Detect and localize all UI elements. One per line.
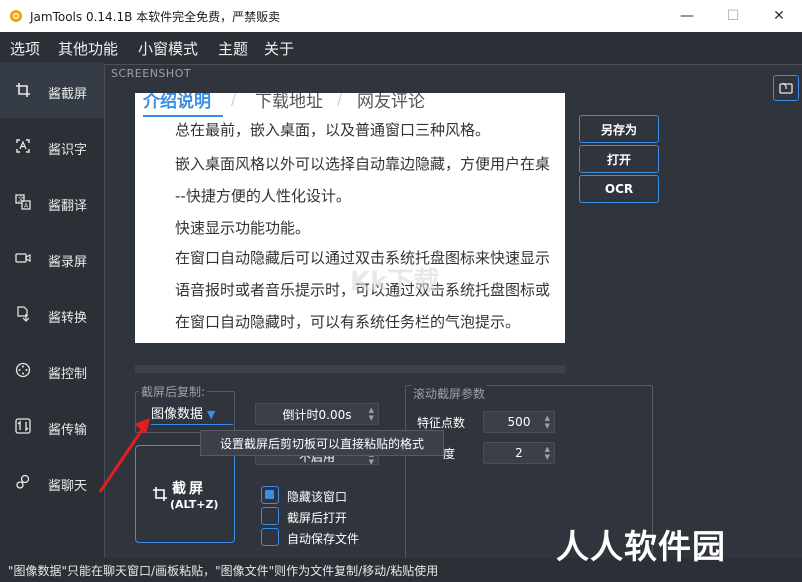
status-text: "图像数据"只能在聊天窗口/画板粘贴，"图像文件"则作为文件复制/移动/粘贴使用 [8,564,439,578]
site-watermark: 人人软件园 [556,527,726,566]
annotation-arrow-icon [98,418,150,493]
